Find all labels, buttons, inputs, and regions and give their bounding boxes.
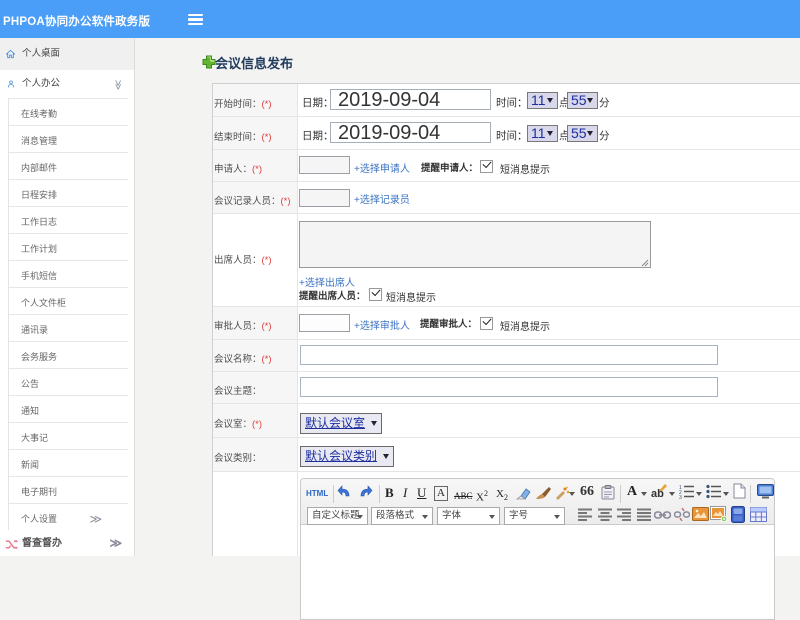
- svg-text:3: 3: [679, 495, 682, 499]
